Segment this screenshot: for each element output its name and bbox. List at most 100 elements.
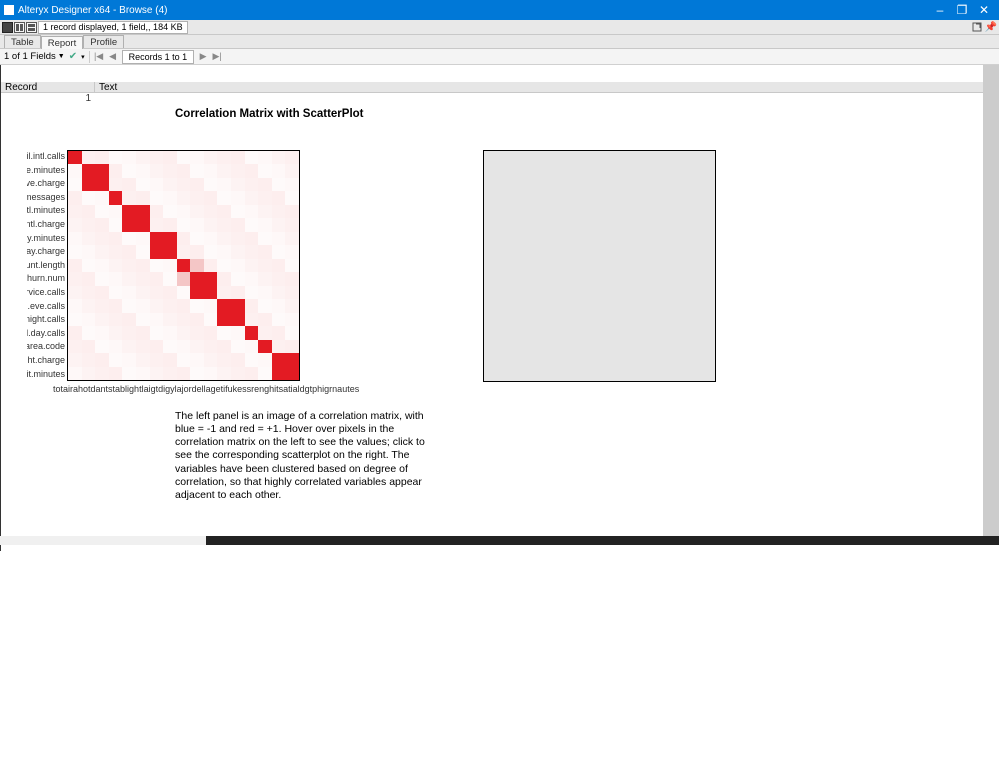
matrix-cell[interactable]	[217, 286, 231, 299]
matrix-cell[interactable]	[204, 340, 218, 353]
matrix-cell[interactable]	[231, 245, 245, 258]
matrix-cell[interactable]	[231, 259, 245, 272]
matrix-cell[interactable]	[68, 272, 82, 285]
matrix-cell[interactable]	[190, 286, 204, 299]
matrix-cell[interactable]	[217, 326, 231, 339]
first-record-button[interactable]: |◀	[94, 52, 104, 62]
matrix-cell[interactable]	[68, 259, 82, 272]
matrix-cell[interactable]	[272, 299, 286, 312]
matrix-cell[interactable]	[136, 259, 150, 272]
matrix-cell[interactable]	[258, 313, 272, 326]
matrix-cell[interactable]	[122, 164, 136, 177]
matrix-cell[interactable]	[272, 326, 286, 339]
matrix-cell[interactable]	[163, 299, 177, 312]
matrix-cell[interactable]	[177, 272, 191, 285]
matrix-cell[interactable]	[258, 245, 272, 258]
matrix-cell[interactable]	[150, 232, 164, 245]
matrix-cell[interactable]	[272, 245, 286, 258]
minimize-button[interactable]: –	[929, 0, 951, 20]
matrix-cell[interactable]	[285, 313, 299, 326]
matrix-cell[interactable]	[245, 313, 259, 326]
matrix-cell[interactable]	[177, 232, 191, 245]
matrix-cell[interactable]	[285, 367, 299, 380]
matrix-cell[interactable]	[82, 151, 96, 164]
matrix-cell[interactable]	[163, 313, 177, 326]
matrix-cell[interactable]	[122, 367, 136, 380]
matrix-cell[interactable]	[150, 367, 164, 380]
matrix-cell[interactable]	[163, 205, 177, 218]
matrix-cell[interactable]	[109, 259, 123, 272]
matrix-cell[interactable]	[177, 367, 191, 380]
matrix-cell[interactable]	[285, 205, 299, 218]
matrix-cell[interactable]	[190, 218, 204, 231]
matrix-cell[interactable]	[190, 353, 204, 366]
matrix-cell[interactable]	[190, 340, 204, 353]
matrix-cell[interactable]	[122, 151, 136, 164]
matrix-cell[interactable]	[109, 245, 123, 258]
matrix-cell[interactable]	[217, 245, 231, 258]
matrix-cell[interactable]	[245, 326, 259, 339]
matrix-cell[interactable]	[82, 367, 96, 380]
matrix-cell[interactable]	[136, 326, 150, 339]
matrix-cell[interactable]	[163, 178, 177, 191]
tab-report[interactable]: Report	[41, 36, 84, 49]
matrix-cell[interactable]	[95, 232, 109, 245]
matrix-cell[interactable]	[258, 164, 272, 177]
matrix-cell[interactable]	[177, 205, 191, 218]
matrix-cell[interactable]	[245, 340, 259, 353]
matrix-cell[interactable]	[122, 191, 136, 204]
matrix-cell[interactable]	[217, 272, 231, 285]
scrollbar-thumb[interactable]	[983, 65, 999, 536]
matrix-cell[interactable]	[122, 326, 136, 339]
matrix-cell[interactable]	[285, 299, 299, 312]
matrix-cell[interactable]	[68, 326, 82, 339]
matrix-cell[interactable]	[258, 205, 272, 218]
matrix-cell[interactable]	[68, 232, 82, 245]
matrix-cell[interactable]	[245, 218, 259, 231]
maximize-button[interactable]: ❐	[951, 0, 973, 20]
matrix-cell[interactable]	[82, 245, 96, 258]
matrix-cell[interactable]	[163, 272, 177, 285]
layout-split-v-icon[interactable]	[14, 22, 25, 33]
matrix-cell[interactable]	[204, 151, 218, 164]
matrix-cell[interactable]	[204, 272, 218, 285]
matrix-cell[interactable]	[231, 326, 245, 339]
matrix-cell[interactable]	[122, 286, 136, 299]
matrix-cell[interactable]	[68, 164, 82, 177]
matrix-cell[interactable]	[285, 353, 299, 366]
matrix-cell[interactable]	[217, 218, 231, 231]
matrix-cell[interactable]	[95, 151, 109, 164]
matrix-cell[interactable]	[245, 367, 259, 380]
matrix-cell[interactable]	[245, 353, 259, 366]
matrix-cell[interactable]	[272, 164, 286, 177]
matrix-cell[interactable]	[109, 205, 123, 218]
matrix-cell[interactable]	[163, 286, 177, 299]
matrix-cell[interactable]	[136, 272, 150, 285]
matrix-cell[interactable]	[190, 259, 204, 272]
matrix-cell[interactable]	[217, 353, 231, 366]
matrix-cell[interactable]	[136, 313, 150, 326]
matrix-cell[interactable]	[82, 299, 96, 312]
matrix-cell[interactable]	[231, 340, 245, 353]
records-range[interactable]: Records 1 to 1	[122, 50, 195, 64]
matrix-cell[interactable]	[163, 367, 177, 380]
matrix-cell[interactable]	[217, 164, 231, 177]
matrix-cell[interactable]	[204, 286, 218, 299]
matrix-cell[interactable]	[217, 340, 231, 353]
matrix-cell[interactable]	[272, 178, 286, 191]
matrix-cell[interactable]	[190, 367, 204, 380]
matrix-cell[interactable]	[68, 367, 82, 380]
matrix-cell[interactable]	[272, 205, 286, 218]
column-header-text[interactable]: Text	[95, 82, 999, 92]
matrix-cell[interactable]	[190, 178, 204, 191]
matrix-cell[interactable]	[95, 205, 109, 218]
matrix-cell[interactable]	[231, 353, 245, 366]
popout-icon[interactable]	[971, 21, 983, 33]
matrix-cell[interactable]	[231, 205, 245, 218]
matrix-cell[interactable]	[231, 151, 245, 164]
matrix-cell[interactable]	[122, 259, 136, 272]
matrix-cell[interactable]	[150, 326, 164, 339]
matrix-cell[interactable]	[136, 245, 150, 258]
matrix-cell[interactable]	[122, 272, 136, 285]
matrix-cell[interactable]	[231, 313, 245, 326]
